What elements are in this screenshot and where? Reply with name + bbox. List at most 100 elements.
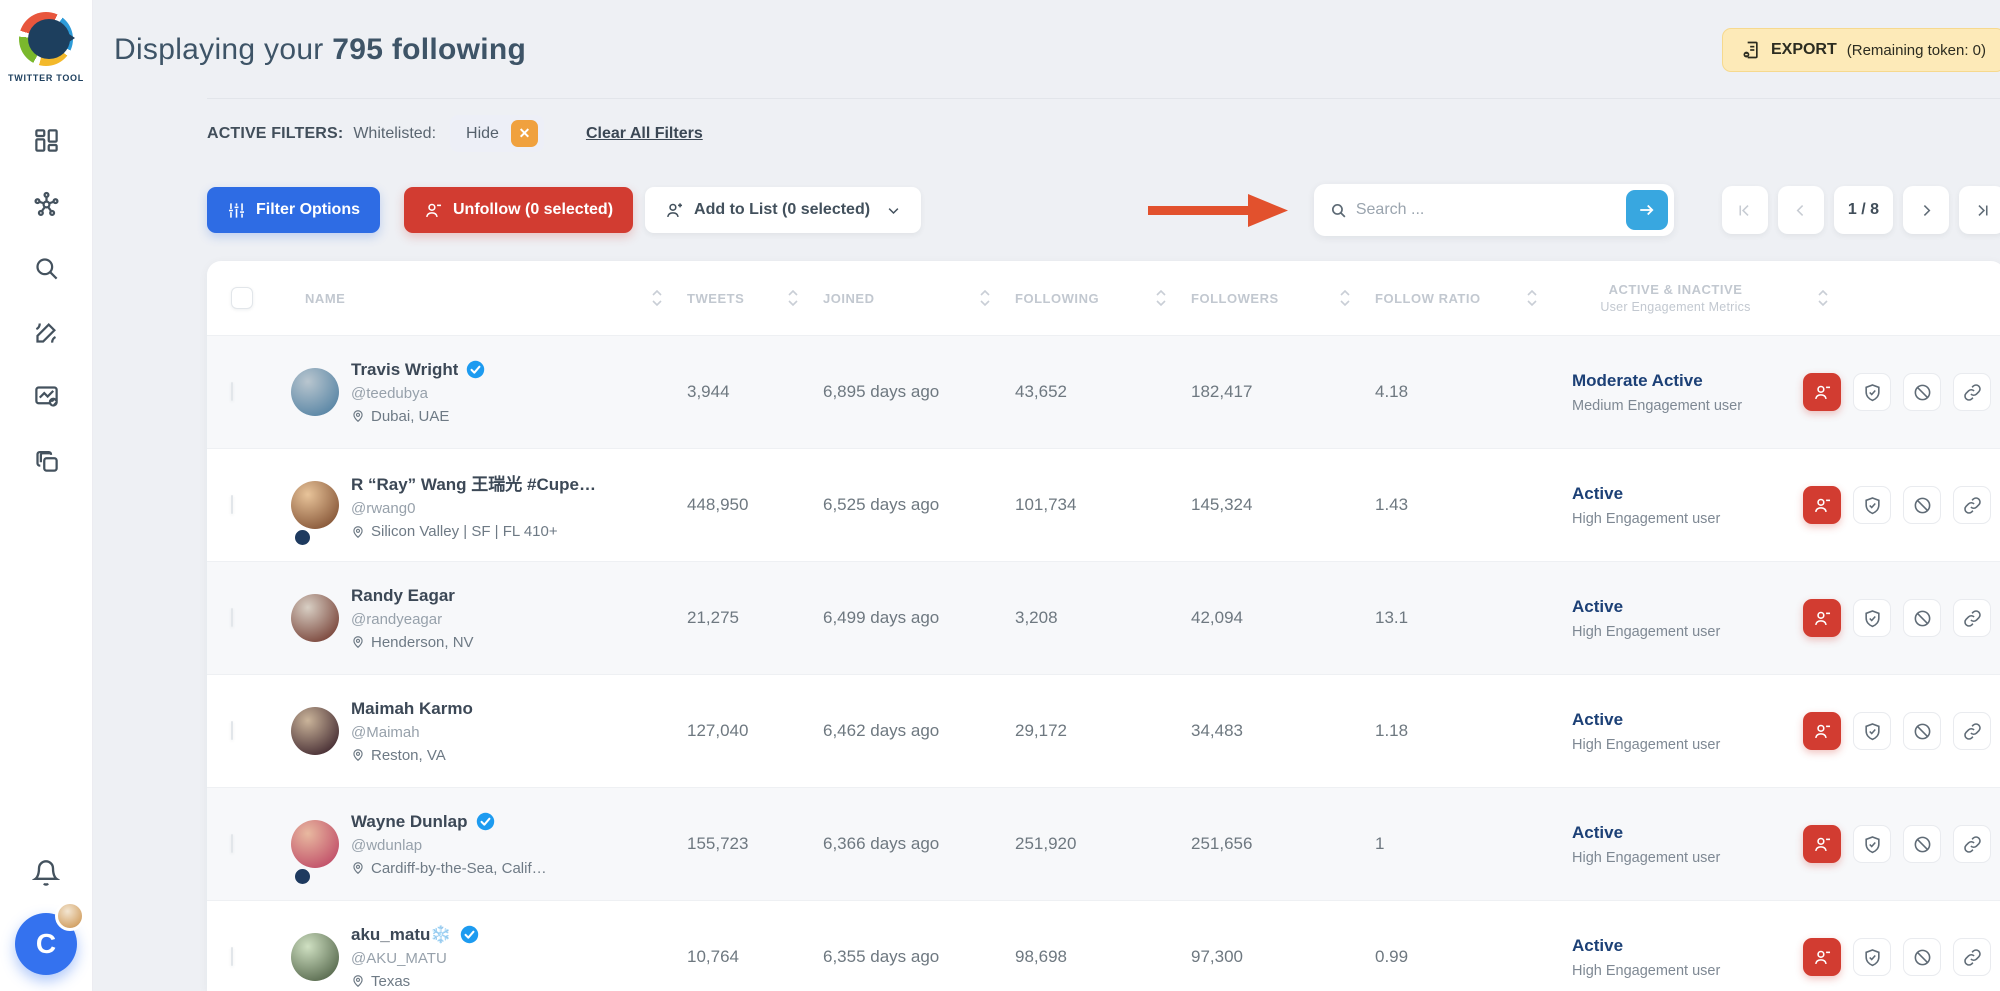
user-minus-icon (1813, 383, 1832, 402)
active-filters-row: ACTIVE FILTERS: Whitelisted: Hide ✕ Clea… (207, 115, 2000, 152)
row-checkbox-cell (207, 609, 271, 627)
add-to-list-button[interactable]: Add to List (0 selected) (645, 187, 921, 233)
search-submit-button[interactable] (1626, 190, 1668, 230)
profile-link-button[interactable] (1953, 825, 1991, 863)
location-pin-icon (351, 861, 365, 875)
block-icon (1913, 722, 1932, 741)
unfollow-user-button[interactable] (1803, 825, 1841, 863)
engagement-status: Active (1572, 823, 1803, 843)
search-input[interactable] (1356, 201, 1626, 219)
followers-cell: 251,656 (1177, 834, 1361, 854)
whitelist-shield-button[interactable] (1853, 825, 1891, 863)
profile-link-button[interactable] (1953, 599, 1991, 637)
chat-widget-button[interactable]: C (15, 913, 77, 975)
unfollow-user-button[interactable] (1803, 599, 1841, 637)
joined-cell: 6,499 days ago (809, 608, 1001, 628)
engagement-status-cell: Moderate Active Medium Engagement user (1548, 371, 1803, 414)
profile-link-button[interactable] (1953, 938, 1991, 976)
block-user-button[interactable] (1903, 373, 1941, 411)
pagination: 1 / 8 (1722, 186, 2000, 234)
engagement-status-cell: Active High Engagement user (1548, 823, 1803, 866)
avatar (291, 481, 339, 529)
block-user-button[interactable] (1903, 938, 1941, 976)
verified-badge-icon (476, 812, 495, 831)
whitelist-shield-button[interactable] (1853, 373, 1891, 411)
export-button[interactable]: EXPORT (Remaining token: 0) (1722, 28, 2000, 72)
block-icon (1913, 609, 1932, 628)
col-header-tweets[interactable]: TWEETS (673, 288, 809, 308)
filter-chip-whitelisted: Hide ✕ (450, 115, 544, 152)
next-page-button[interactable] (1903, 186, 1949, 234)
unfollow-user-button[interactable] (1803, 938, 1841, 976)
profile-link-button[interactable] (1953, 712, 1991, 750)
app-root: TWITTER TOOL (0, 0, 2000, 991)
engagement-status-cell: Active High Engagement user (1548, 484, 1803, 527)
whitelist-shield-button[interactable] (1853, 599, 1891, 637)
row-checkbox[interactable] (231, 834, 233, 853)
location-pin-icon (351, 635, 365, 649)
profile-link-button[interactable] (1953, 486, 1991, 524)
notifications-bell-icon[interactable] (32, 859, 60, 887)
verified-badge-icon (460, 925, 479, 944)
unfollow-selected-button[interactable]: Unfollow (0 selected) (404, 187, 633, 233)
table-row: R “Ray” Wang 王瑞光 #Cupe… @rwang0 Silicon … (207, 448, 2000, 561)
shield-check-icon (1863, 948, 1882, 967)
toolbar: Filter Options Unfollow (0 selected) Add… (207, 186, 2000, 234)
first-page-button[interactable] (1722, 186, 1768, 234)
tweets-cell: 21,275 (673, 608, 809, 628)
row-checkbox[interactable] (231, 495, 233, 514)
col-header-following[interactable]: FOLLOWING (1001, 288, 1177, 308)
unfollow-user-button[interactable] (1803, 373, 1841, 411)
whitelist-shield-button[interactable] (1853, 712, 1891, 750)
col-label-name: NAME (305, 291, 345, 306)
location-pin-icon (351, 525, 365, 539)
user-minus-icon (1813, 496, 1832, 515)
followers-cell: 97,300 (1177, 947, 1361, 967)
row-checkbox-cell (207, 835, 271, 853)
col-header-followers[interactable]: FOLLOWERS (1177, 288, 1361, 308)
col-header-name[interactable]: NAME (271, 288, 673, 308)
copy-pages-icon[interactable] (33, 447, 60, 474)
remove-filter-icon[interactable]: ✕ (511, 120, 538, 147)
last-page-button[interactable] (1959, 186, 2000, 234)
joined-cell: 6,366 days ago (809, 834, 1001, 854)
compose-icon[interactable] (33, 319, 60, 346)
col-header-follow-ratio[interactable]: FOLLOW RATIO (1361, 288, 1548, 308)
row-checkbox[interactable] (231, 947, 233, 966)
user-location: Dubai, UAE (351, 408, 485, 425)
col-header-active-inactive[interactable]: ACTIVE & INACTIVE User Engagement Metric… (1548, 282, 1803, 314)
dashboard-icon[interactable] (33, 127, 60, 154)
user-handle: @teedubya (351, 385, 485, 402)
row-checkbox[interactable] (231, 721, 233, 740)
unfollow-user-button[interactable] (1803, 486, 1841, 524)
engagement-status-sub: High Engagement user (1572, 850, 1803, 866)
prev-page-button[interactable] (1778, 186, 1824, 234)
select-all-checkbox[interactable] (231, 287, 253, 309)
chevron-down-icon (886, 203, 901, 218)
tweets-cell: 10,764 (673, 947, 809, 967)
following-cell: 101,734 (1001, 495, 1177, 515)
select-all-cell (207, 287, 271, 309)
analytics-icon[interactable] (33, 383, 60, 410)
row-checkbox[interactable] (231, 382, 233, 401)
whitelist-shield-button[interactable] (1853, 486, 1891, 524)
search-nav-icon[interactable] (33, 255, 60, 282)
user-plus-icon (665, 201, 684, 220)
row-checkbox[interactable] (231, 608, 233, 627)
filter-chip-value: Hide (466, 125, 499, 143)
filter-options-button[interactable]: Filter Options (207, 187, 380, 233)
whitelist-shield-button[interactable] (1853, 938, 1891, 976)
block-user-button[interactable] (1903, 599, 1941, 637)
block-user-button[interactable] (1903, 712, 1941, 750)
clear-all-filters-link[interactable]: Clear All Filters (586, 125, 703, 143)
filter-options-label: Filter Options (256, 201, 360, 219)
block-user-button[interactable] (1903, 486, 1941, 524)
search-icon (1330, 202, 1347, 219)
user-name: R “Ray” Wang 王瑞光 #Cupe… (351, 470, 596, 495)
unfollow-user-button[interactable] (1803, 712, 1841, 750)
network-icon[interactable] (33, 191, 60, 218)
block-user-button[interactable] (1903, 825, 1941, 863)
col-header-joined[interactable]: JOINED (809, 288, 1001, 308)
profile-link-button[interactable] (1953, 373, 1991, 411)
user-location-text: Reston, VA (371, 747, 446, 764)
